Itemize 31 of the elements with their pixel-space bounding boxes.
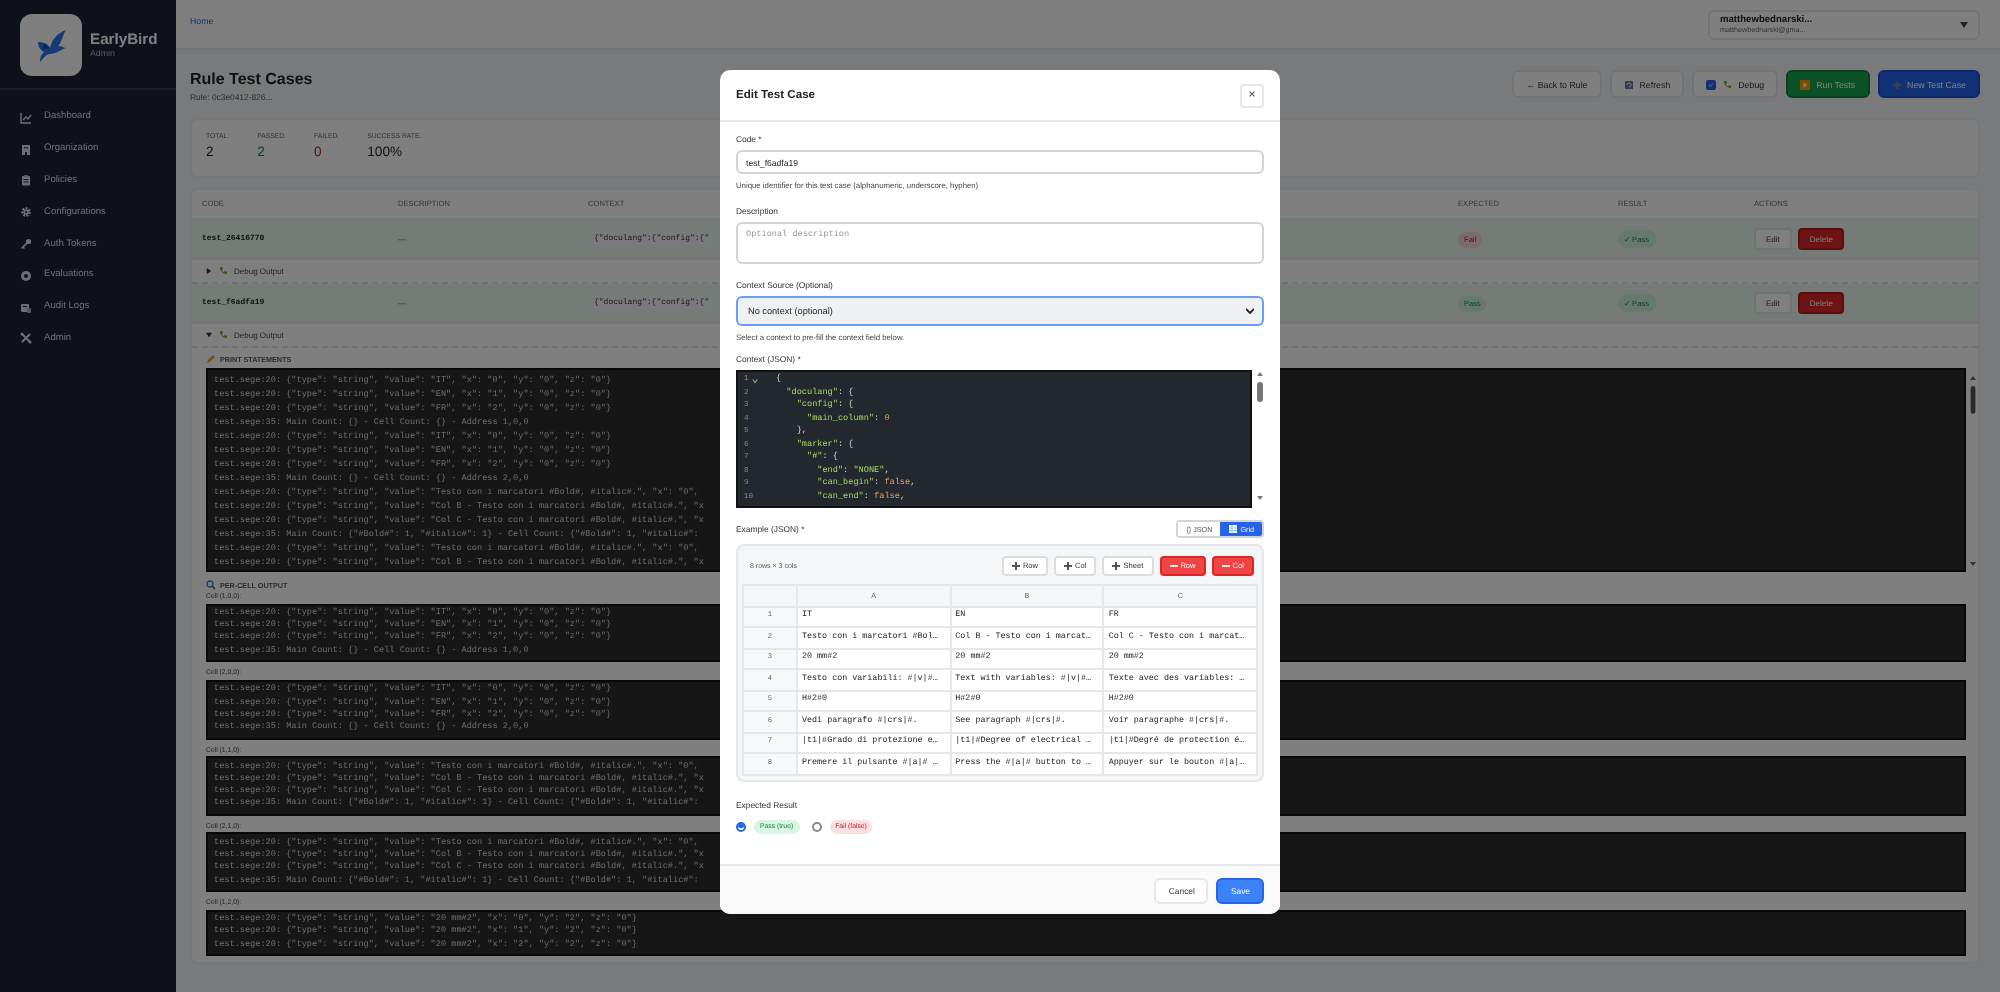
chevron-icon bbox=[1246, 308, 1254, 314]
caret-icon bbox=[1960, 21, 1968, 27]
search-icon bbox=[206, 580, 216, 590]
debug-checkbox[interactable] bbox=[1706, 79, 1717, 89]
radio-button[interactable] bbox=[811, 821, 822, 831]
pencil-icon bbox=[206, 354, 216, 364]
phone-icon bbox=[1722, 79, 1733, 89]
plus-icon bbox=[1891, 79, 1902, 89]
minus-icon bbox=[1221, 561, 1230, 569]
refresh-icon bbox=[1623, 79, 1634, 89]
minus-icon bbox=[1169, 561, 1178, 569]
target-icon bbox=[20, 269, 32, 282]
plus-icon bbox=[1064, 561, 1073, 569]
fold-icon[interactable] bbox=[752, 377, 759, 384]
expanded-icon bbox=[206, 332, 212, 338]
plus-icon bbox=[1011, 561, 1020, 569]
building-icon bbox=[20, 143, 32, 156]
page-title: Rule Test Cases bbox=[190, 70, 313, 88]
key-icon bbox=[20, 238, 32, 251]
phone-icon bbox=[218, 266, 228, 276]
tools-icon bbox=[20, 332, 32, 345]
radio-button[interactable] bbox=[736, 821, 746, 831]
gear-icon bbox=[20, 206, 32, 219]
play-icon bbox=[1800, 79, 1811, 89]
plus-icon bbox=[1112, 561, 1121, 569]
phone-icon bbox=[218, 330, 228, 340]
grid-icon bbox=[1228, 524, 1239, 534]
collapsed-icon bbox=[206, 268, 212, 274]
clipboard-icon bbox=[20, 174, 32, 187]
scroll-icon bbox=[20, 301, 32, 314]
chart-icon bbox=[20, 111, 32, 124]
